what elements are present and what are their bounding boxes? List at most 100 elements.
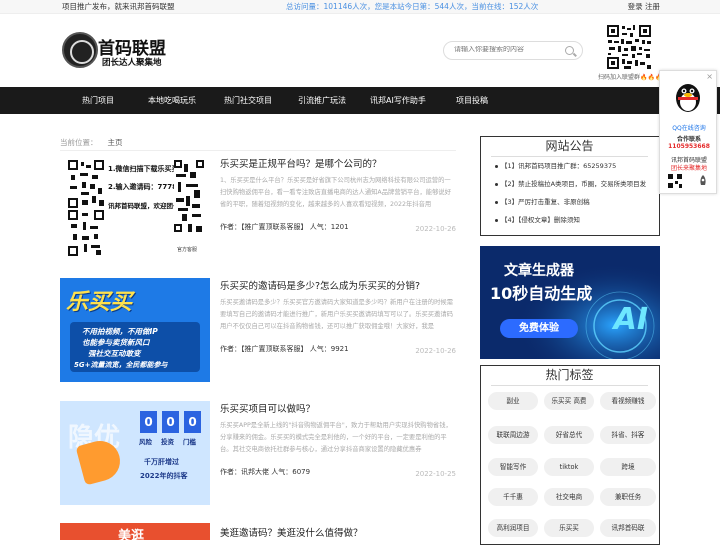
site-slogan: 项目推广发布，就来讯邦首码联盟 bbox=[62, 2, 175, 11]
login-register-link[interactable]: 登录 注册 bbox=[628, 0, 660, 13]
bullet-icon bbox=[495, 218, 498, 222]
post-title[interactable]: 乐买买的邀请码是多少?怎么成为乐买买的分销? bbox=[220, 278, 420, 292]
banner-subheadline: 10秒自动生成 bbox=[490, 284, 593, 303]
tag-item[interactable]: 乐买买 高费 bbox=[544, 392, 594, 410]
breadcrumb-label: 当前位置： bbox=[60, 138, 98, 147]
tag-item[interactable]: 跨境 bbox=[600, 458, 656, 476]
qq-online-label[interactable]: QQ在线咨询 bbox=[660, 123, 718, 132]
nav-item-social-projects[interactable]: 热门社交项目 bbox=[224, 87, 272, 114]
qq-contact-label: 合作联系 bbox=[676, 136, 701, 143]
tag-item[interactable]: 讯邦首码联 bbox=[600, 519, 656, 537]
list-item[interactable]: 1.微信扫描下载乐买买APP 2.输入邀请码：777818 讯邦首码联盟，欢迎团… bbox=[60, 156, 456, 260]
banner-headline: 文章生成器 bbox=[504, 263, 574, 279]
list-item[interactable]: 美逛 美逛邀请码？美逛没什么值得做？ bbox=[60, 523, 456, 540]
tag-item[interactable]: 副业 bbox=[488, 392, 538, 410]
post-meta: 作者：讯邦大佬 人气：6079 bbox=[220, 467, 310, 477]
logo-subtitle: 团长达人聚集地 bbox=[102, 58, 162, 68]
thumbnail-box: 0 bbox=[184, 411, 201, 433]
free-trial-button[interactable]: 免费体验 bbox=[500, 319, 578, 338]
tag-item[interactable]: 看视频赚钱 bbox=[600, 392, 656, 410]
qr-code-icon bbox=[174, 160, 204, 244]
thumbnail-text: 美逛 bbox=[118, 529, 145, 540]
close-icon[interactable]: × bbox=[706, 72, 713, 81]
nav-item-ai-writer[interactable]: 讯邦AI写作助手 bbox=[370, 87, 426, 114]
tag-item[interactable]: 智能写作 bbox=[488, 458, 538, 476]
notice-item[interactable]: 【3】严厉打击重复、非原创稿 bbox=[495, 196, 590, 206]
post-title[interactable]: 乐买买是正规平台吗？是哪个公司的？ bbox=[220, 156, 382, 170]
thumbnail-text: 风险 bbox=[139, 438, 152, 446]
tag-item[interactable]: 社交电商 bbox=[544, 488, 594, 506]
search-box[interactable] bbox=[443, 41, 583, 60]
post-thumbnail[interactable]: 1.微信扫描下载乐买买APP 2.输入邀请码：777818 讯邦首码联盟，欢迎团… bbox=[60, 156, 210, 260]
divider bbox=[491, 385, 648, 386]
divider bbox=[60, 150, 456, 151]
notice-title: 网站公告 bbox=[545, 139, 594, 153]
list-item[interactable]: 乐买买 不用拍视频，不用做IP 也能参与卖货新风口 强社交互动敢变 5G+流量流… bbox=[60, 278, 456, 382]
tag-item[interactable]: 联联周边游 bbox=[488, 426, 538, 444]
qq-chat-widget[interactable]: × QQ在线咨询 合作联系 1105953668 讯邦首码联盟 团长来聚集地 bbox=[659, 70, 717, 194]
list-item[interactable]: 隐优 0 0 0 风险 投资 门槛 千万肝增过 2022年的抖客 乐买买项目可以… bbox=[60, 401, 456, 505]
qr-code-icon bbox=[668, 174, 682, 188]
search-icon[interactable] bbox=[565, 46, 574, 55]
post-author[interactable]: 作者：【推广置顶联系客服】 bbox=[220, 223, 308, 231]
search-input[interactable] bbox=[454, 46, 564, 53]
post-thumbnail[interactable]: 乐买买 不用拍视频，不用做IP 也能参与卖货新风口 强社交互动敢变 5G+流量流… bbox=[60, 278, 210, 382]
thumbnail-caption: 官方客服 bbox=[177, 247, 198, 253]
nav-item-hot-projects[interactable]: 热门项目 bbox=[82, 87, 114, 114]
post-thumbnail[interactable]: 美逛 bbox=[60, 523, 210, 540]
post-excerpt: 乐买买APP是全新上线的"抖音购物返佣平台"，致力于帮助用户实现抖快购物省钱，分… bbox=[220, 422, 452, 453]
bullet-icon bbox=[495, 200, 498, 204]
notice-item[interactable]: 【2】禁止投稿拉A类项目，币圈，交易所类项目发 bbox=[495, 178, 646, 188]
post-views: 人气：6079 bbox=[271, 468, 311, 476]
ai-logo: AI bbox=[613, 302, 648, 337]
notice-item[interactable]: 【4】【侵权文章】删除须知 bbox=[495, 214, 580, 224]
rocket-icon[interactable] bbox=[696, 174, 710, 188]
tag-item[interactable]: 千千惠 bbox=[488, 488, 538, 506]
post-date: 2022-10-26 bbox=[415, 347, 456, 355]
breadcrumb: 当前位置： 主页 bbox=[60, 137, 123, 148]
tag-item[interactable]: 好省总代 bbox=[544, 426, 594, 444]
site-logo[interactable]: 首码联盟 团长达人聚集地 bbox=[62, 32, 172, 70]
thumbnail-text: 千万肝增过 bbox=[144, 458, 179, 466]
tag-item[interactable]: tiktok bbox=[544, 458, 594, 476]
nav-item-local-fun[interactable]: 本地吃喝玩乐 bbox=[148, 87, 196, 114]
qq-number: 1105953668 bbox=[668, 143, 710, 150]
post-date: 2022-10-26 bbox=[415, 225, 456, 233]
qq-group-slogan: 团长来聚集地 bbox=[670, 165, 707, 172]
thumbnail-text: 投资 bbox=[161, 438, 174, 446]
tag-item[interactable]: 抖省、抖客 bbox=[600, 426, 656, 444]
post-views: 人气：1201 bbox=[309, 223, 349, 231]
divider bbox=[491, 156, 648, 157]
tag-item[interactable]: 兼职任务 bbox=[600, 488, 656, 506]
bullet-icon bbox=[495, 182, 498, 186]
post-meta: 作者：【推广置顶联系客服】 人气：1201 bbox=[220, 222, 349, 232]
qr-code-icon bbox=[606, 24, 652, 70]
breadcrumb-home-link[interactable]: 主页 bbox=[108, 138, 123, 147]
post-meta: 作者：【推广置顶联系客服】 人气：9921 bbox=[220, 344, 349, 354]
thumbnail-box: 0 bbox=[140, 411, 157, 433]
tag-item[interactable]: 乐买买 bbox=[544, 519, 594, 537]
notice-box: 网站公告 【1】讯邦首码项目推广群：65259375 【2】禁止投稿拉A类项目，… bbox=[480, 136, 660, 236]
post-thumbnail[interactable]: 隐优 0 0 0 风险 投资 门槛 千万肝增过 2022年的抖客 bbox=[60, 401, 210, 505]
nav-item-submit[interactable]: 项目投稿 bbox=[456, 87, 488, 114]
tag-item[interactable]: 高利润项目 bbox=[488, 519, 538, 537]
main-nav: 热门项目 本地吃喝玩乐 热门社交项目 引流推广玩法 讯邦AI写作助手 项目投稿 bbox=[0, 87, 720, 114]
post-author[interactable]: 作者：【推广置顶联系客服】 bbox=[220, 345, 308, 353]
notice-item[interactable]: 【1】讯邦首码项目推广群：65259375 bbox=[495, 160, 616, 170]
notice-item-text: 【2】禁止投稿拉A类项目，币圈，交易所类项目发 bbox=[501, 180, 647, 188]
post-title[interactable]: 美逛邀请码？美逛没什么值得做？ bbox=[220, 525, 363, 539]
thumbnail-text: 2022年的抖客 bbox=[140, 472, 188, 480]
post-views: 人气：9921 bbox=[309, 345, 349, 353]
notice-item-text: 【1】讯邦首码项目推广群：65259375 bbox=[501, 162, 617, 170]
notice-item-text: 【4】【侵权文章】删除须知 bbox=[501, 216, 580, 224]
qr-code-icon bbox=[68, 210, 104, 256]
post-title[interactable]: 乐买买项目可以做吗？ bbox=[220, 401, 315, 415]
qr-code-icon bbox=[68, 160, 104, 208]
post-author[interactable]: 作者：讯邦大佬 bbox=[220, 468, 269, 476]
nav-item-traffic-methods[interactable]: 引流推广玩法 bbox=[298, 87, 346, 114]
ai-writer-banner[interactable]: 文章生成器 10秒自动生成 免费体验 AI bbox=[480, 246, 660, 359]
post-excerpt: 乐买买邀请码是多少？乐买买官方邀请码大家知道是多少吗？新用户在注册的时候需要填写… bbox=[220, 299, 453, 330]
notice-item-text: 【3】严厉打击重复、非原创稿 bbox=[501, 198, 590, 206]
thumbnail-text: 不用拍视频，不用做IP bbox=[82, 327, 158, 336]
tags-title: 热门标签 bbox=[545, 368, 594, 382]
